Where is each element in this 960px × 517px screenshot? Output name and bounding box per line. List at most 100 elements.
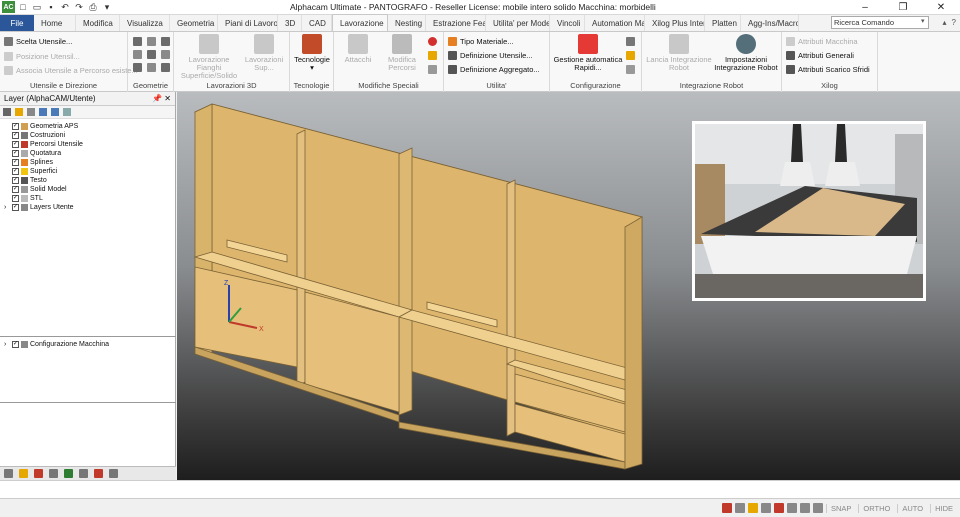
attributi-scarico-sfridi-button[interactable]: Attributi Scarico Sfridi [786, 65, 870, 74]
tecnologie-button[interactable]: Tecnologie ▾ [292, 34, 332, 72]
tab-lavorazione[interactable]: Lavorazione [332, 14, 388, 31]
tab-geometria[interactable]: Geometria [170, 15, 218, 31]
command-search-input[interactable]: Ricerca Comando [831, 16, 929, 29]
path-option-icon[interactable] [428, 65, 437, 74]
auto-toggle[interactable]: AUTO [897, 503, 927, 513]
layer-checkbox[interactable]: ✓ [12, 141, 19, 148]
tab-3d[interactable]: 3D [278, 15, 302, 31]
expand-icon[interactable]: › [4, 204, 10, 211]
close-icon[interactable]: ✕ [922, 0, 960, 15]
tab-xilog-plus[interactable]: Xilog Plus Interfa [645, 15, 705, 31]
layer-tool-icon[interactable] [3, 108, 11, 116]
geometry-tool-icon[interactable] [161, 63, 170, 72]
snap-tool-icon[interactable] [734, 503, 745, 513]
redo-icon[interactable]: ↷ [74, 2, 84, 12]
new-file-icon[interactable]: □ [18, 2, 28, 12]
snap-tool-icon[interactable] [721, 503, 732, 513]
layer-checkbox[interactable]: ✓ [12, 168, 19, 175]
layer-checkbox[interactable]: ✓ [12, 341, 19, 348]
config-option-icon[interactable] [626, 51, 635, 60]
tab-visualizza[interactable]: Visualizza [120, 15, 170, 31]
layer-checkbox[interactable]: ✓ [12, 177, 19, 184]
tipo-materiale-button[interactable]: Tipo Materiale... [448, 37, 514, 46]
print-icon[interactable]: ⎙ [88, 2, 98, 12]
attributi-macchina-button[interactable]: Attributi Macchina [786, 37, 858, 46]
arrow-down-icon[interactable] [51, 108, 59, 116]
attributi-generali-button[interactable]: Attributi Generali [786, 51, 854, 60]
associa-utensile-button[interactable]: Associa Utensile a Percorso esiste... [4, 66, 138, 75]
tab-agg-ins-macro[interactable]: Agg-Ins/Macro [741, 15, 799, 31]
lancia-integrazione-robot-button[interactable]: Lancia Integrazione Robot [644, 34, 714, 72]
layer-new-icon[interactable] [15, 108, 23, 116]
geometry-tool-icon[interactable] [147, 37, 156, 46]
geometry-tool-icon[interactable] [147, 50, 156, 59]
close-panel-icon[interactable]: ✕ [164, 94, 171, 103]
panel-tool-icon[interactable] [109, 469, 118, 478]
command-line[interactable] [0, 480, 960, 499]
ortho-toggle[interactable]: ORTHO [858, 503, 894, 513]
restore-icon[interactable]: ❐ [884, 0, 922, 15]
app-logo[interactable]: AC [2, 1, 15, 13]
tree-item[interactable]: ✓ Superfici [4, 167, 175, 176]
panel-tool-icon[interactable] [94, 469, 103, 478]
tab-piani-di-lavoro[interactable]: Piani di Lavoro [218, 15, 278, 31]
stop-icon[interactable] [428, 37, 437, 46]
tree-item[interactable]: ✓ Costruzioni [4, 131, 175, 140]
snap-tool-icon[interactable] [799, 503, 810, 513]
tree-item[interactable]: › ✓ Configurazione Macchina [4, 340, 176, 349]
geometry-tool-icon[interactable] [147, 63, 156, 72]
tab-home[interactable]: Home [34, 15, 76, 31]
tab-estrazione-feature[interactable]: Estrazione Featu [426, 15, 486, 31]
lavorazione-fianchi-button[interactable]: Lavorazione Fianghi Superficie/Solido [178, 34, 240, 80]
hide-toggle[interactable]: HIDE [930, 503, 957, 513]
customize-qat-icon[interactable]: ▾ [102, 2, 112, 12]
panel-tool-icon[interactable] [64, 469, 73, 478]
layer-tool-icon[interactable] [27, 108, 35, 116]
expand-icon[interactable]: › [4, 341, 10, 348]
chevron-down-icon[interactable]: ▾ [921, 17, 925, 25]
lavorazioni-superficie-button[interactable]: Lavorazioni Sup... [240, 34, 288, 72]
layer-checkbox[interactable]: ✓ [12, 123, 19, 130]
minimize-ribbon-icon[interactable]: ▴ [943, 18, 947, 27]
snap-tool-icon[interactable] [812, 503, 823, 513]
pin-icon[interactable]: 📌 [152, 94, 162, 103]
geometry-tool-icon[interactable] [133, 50, 142, 59]
tree-item[interactable]: ✓ Percorsi Utensile [4, 140, 175, 149]
warning-icon[interactable] [428, 51, 437, 60]
tab-file[interactable]: File [0, 15, 34, 31]
tab-vincoli[interactable]: Vincoli [550, 15, 585, 31]
gestione-rapidi-button[interactable]: Gestione automatica Rapidi... [552, 34, 624, 72]
config-option-icon[interactable] [626, 65, 635, 74]
tree-item[interactable]: ✓ Splines [4, 158, 175, 167]
layer-checkbox[interactable]: ✓ [12, 132, 19, 139]
save-icon[interactable]: ▪ [46, 2, 56, 12]
modifica-percorsi-button[interactable]: Modifica Percorsi [380, 34, 424, 72]
snap-tool-icon[interactable] [773, 503, 784, 513]
definizione-aggregato-button[interactable]: Definizione Aggregato... [448, 65, 540, 74]
geometry-tool-icon[interactable] [161, 37, 170, 46]
panel-tool-icon[interactable] [19, 469, 28, 478]
impostazioni-robot-button[interactable]: Impostazioni Integrazione Robot [712, 34, 780, 72]
tab-automation-manager[interactable]: Automation Mar [585, 15, 645, 31]
tab-nesting[interactable]: Nesting [388, 15, 426, 31]
panel-tool-icon[interactable] [49, 469, 58, 478]
undo-icon[interactable]: ↶ [60, 2, 70, 12]
panel-tool-icon[interactable] [79, 469, 88, 478]
geometry-tool-icon[interactable] [133, 63, 142, 72]
panel-tool-icon[interactable] [4, 469, 13, 478]
arrow-up-icon[interactable] [39, 108, 47, 116]
snap-tool-icon[interactable] [747, 503, 758, 513]
definizione-utensile-button[interactable]: Definizione Utensile... [448, 51, 533, 60]
tab-cad[interactable]: CAD [302, 15, 332, 31]
tree-item[interactable]: ✓ STL [4, 194, 175, 203]
tab-utilita-modelli[interactable]: Utilita' per Mode [486, 15, 550, 31]
panel-tool-icon[interactable] [34, 469, 43, 478]
geometry-tool-icon[interactable] [133, 37, 142, 46]
layer-checkbox[interactable]: ✓ [12, 159, 19, 166]
layer-checkbox[interactable]: ✓ [12, 186, 19, 193]
tab-platten[interactable]: Platten [705, 15, 741, 31]
layer-checkbox[interactable]: ✓ [12, 195, 19, 202]
attacchi-button[interactable]: Attacchi [336, 34, 380, 64]
layer-checkbox[interactable]: ✓ [12, 150, 19, 157]
config-option-icon[interactable] [626, 37, 635, 46]
